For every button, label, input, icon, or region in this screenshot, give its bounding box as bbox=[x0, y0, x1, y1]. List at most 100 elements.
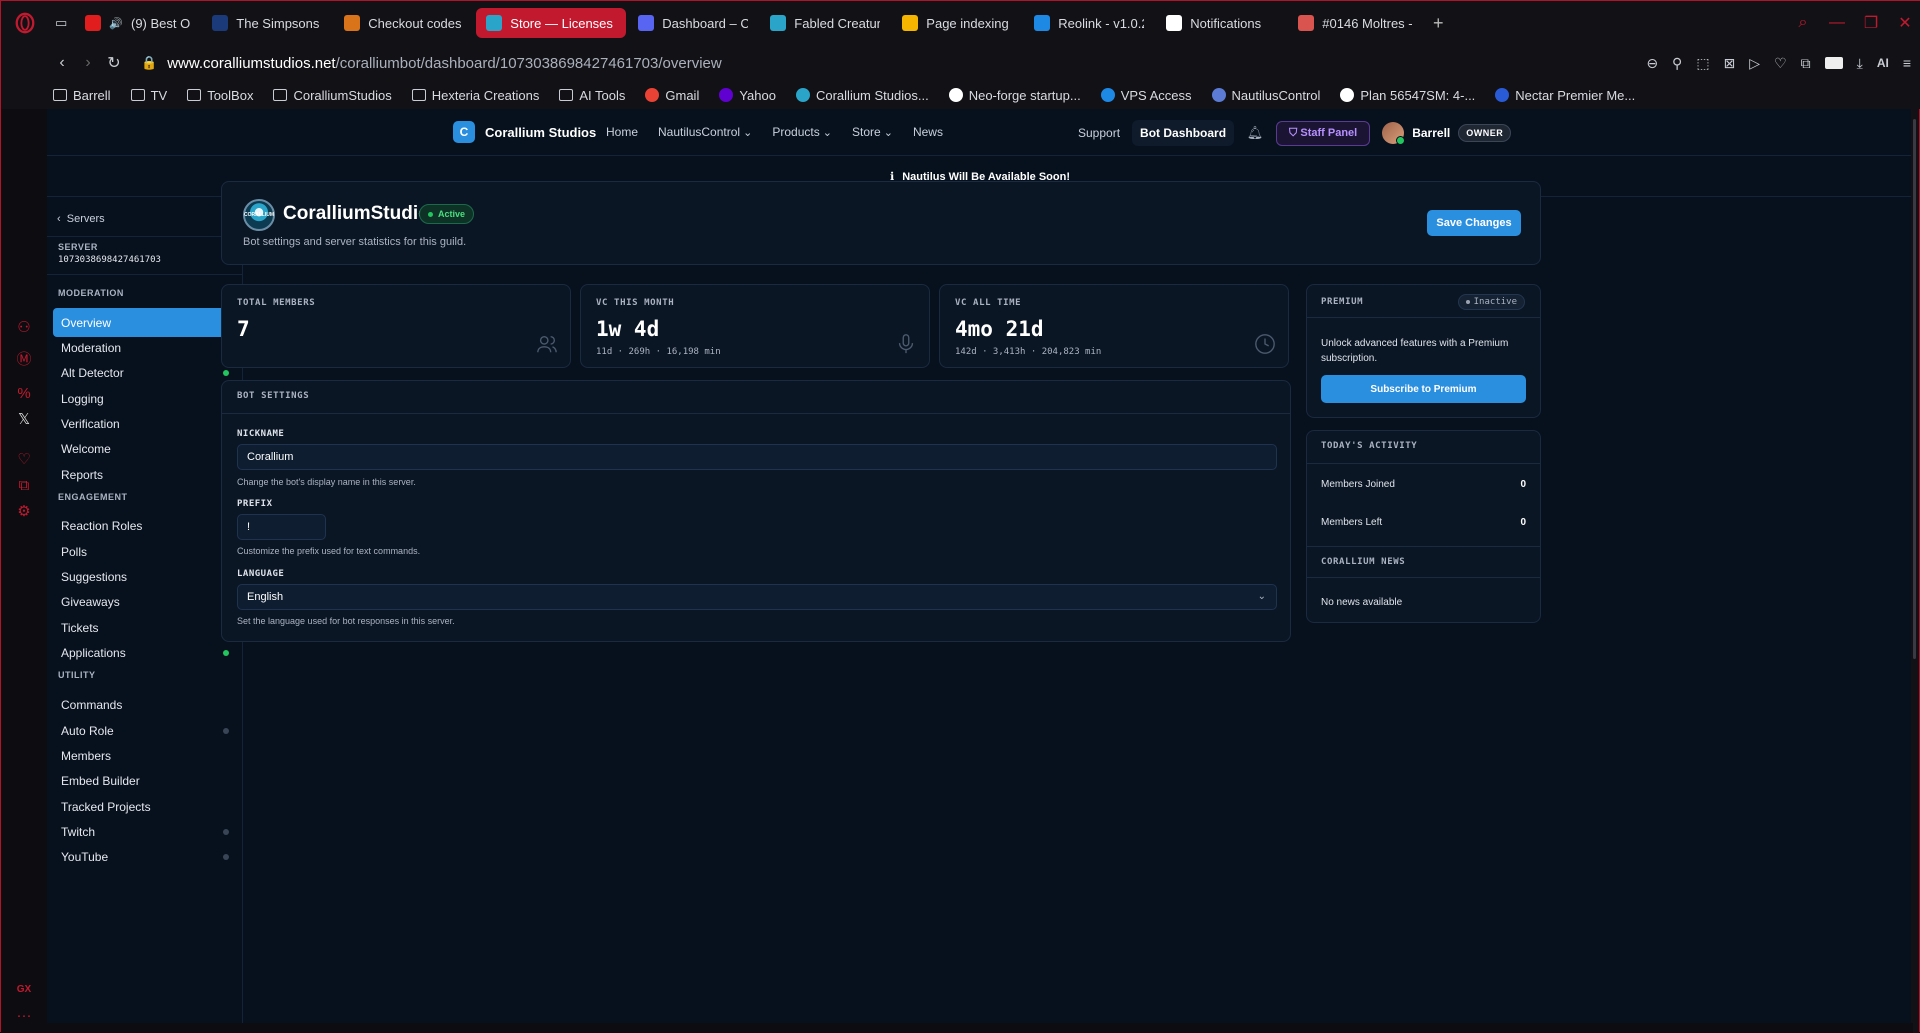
sidebar-item-alt-detector[interactable]: Alt Detector bbox=[53, 358, 237, 387]
aria-icon[interactable]: ⚇ bbox=[15, 319, 33, 337]
messenger-icon[interactable]: Ⓜ bbox=[15, 351, 33, 369]
sidebar-item-label: Reaction Roles bbox=[61, 519, 142, 533]
bookmark-item[interactable]: NautilusControl bbox=[1212, 88, 1321, 103]
bookmark-item[interactable]: ToolBox bbox=[187, 88, 253, 103]
servers-back-link[interactable]: ‹ Servers ‹ bbox=[57, 209, 235, 229]
bookmark-item[interactable]: AI Tools bbox=[559, 88, 625, 103]
sidebar-item-reaction-roles[interactable]: Reaction Roles bbox=[53, 511, 237, 540]
opera-logo-icon[interactable] bbox=[1, 1, 49, 45]
support-link[interactable]: Support bbox=[1078, 126, 1120, 140]
settings-icon[interactable]: ⚙ bbox=[15, 503, 33, 521]
audio-icon[interactable]: 🔊 bbox=[109, 17, 123, 30]
zoom-icon[interactable]: ⊖ bbox=[1646, 55, 1658, 72]
wallet-icon[interactable] bbox=[1825, 57, 1843, 69]
ai-button[interactable]: AI bbox=[1877, 56, 1889, 70]
nav-link-store[interactable]: Store bbox=[852, 125, 893, 139]
sidebar-item-label: Giveaways bbox=[61, 595, 120, 609]
browser-tab[interactable]: Fabled Creatures — C bbox=[760, 8, 890, 38]
forward-button[interactable]: › bbox=[75, 54, 101, 72]
workspace-icon[interactable]: ▭ bbox=[49, 8, 73, 38]
guild-name: CoralliumStudios bbox=[283, 203, 440, 225]
search-tabs-icon[interactable]: ⌕ bbox=[1795, 14, 1811, 32]
discount-icon[interactable]: % bbox=[15, 385, 33, 403]
bookmark-item[interactable]: Gmail bbox=[645, 88, 699, 103]
page-scrollbar[interactable] bbox=[1911, 109, 1919, 1033]
site-favicon-icon bbox=[949, 88, 963, 102]
more-icon[interactable]: ··· bbox=[15, 1007, 33, 1025]
browser-tab[interactable]: 🔊(9) Best Of COPS S bbox=[75, 8, 200, 38]
x-twitter-icon[interactable]: 𝕏 bbox=[15, 411, 33, 429]
bookmark-label: Hexteria Creations bbox=[432, 88, 540, 103]
language-select[interactable]: English ⌄ bbox=[237, 584, 1277, 610]
bookmark-item[interactable]: Barrell bbox=[53, 88, 111, 103]
tab-title: The Simpsons | Disney bbox=[236, 16, 322, 31]
folder-icon bbox=[53, 89, 67, 101]
subscribe-button[interactable]: Subscribe to Premium bbox=[1321, 375, 1526, 403]
bookmark-item[interactable]: Yahoo bbox=[719, 88, 776, 103]
status-badge: Active bbox=[419, 204, 474, 224]
bot-settings-title: BOT SETTINGS bbox=[237, 391, 309, 401]
bookmark-item[interactable]: TV bbox=[131, 88, 168, 103]
sidebar-item-label: Polls bbox=[61, 545, 87, 559]
nav-link-home[interactable]: Home bbox=[606, 125, 638, 139]
back-button[interactable]: ‹ bbox=[49, 54, 75, 72]
gx-icon[interactable]: GX bbox=[15, 981, 33, 999]
sidebar-item-youtube[interactable]: YouTube bbox=[53, 842, 237, 871]
folder-icon bbox=[412, 89, 426, 101]
brand-link[interactable]: C Corallium Studios bbox=[453, 121, 596, 143]
bookmark-item[interactable]: CoralliumStudios bbox=[273, 88, 391, 103]
nav-link-news[interactable]: News bbox=[913, 125, 943, 139]
save-button[interactable]: Save Changes bbox=[1427, 210, 1521, 236]
user-menu[interactable]: Barrell OWNER bbox=[1382, 122, 1511, 144]
browser-tab[interactable]: Reolink - v1.0.266.1 bbox=[1024, 8, 1154, 38]
staff-panel-button[interactable]: ⛉ Staff Panel bbox=[1276, 121, 1370, 146]
browser-tab[interactable]: Dashboard – Corallium bbox=[628, 8, 758, 38]
bell-icon[interactable]: 🔔︎ bbox=[1246, 125, 1264, 141]
browser-tab[interactable]: Notifications bbox=[1156, 8, 1286, 38]
sidebar-item-reports[interactable]: Reports bbox=[53, 460, 237, 489]
prefix-input[interactable]: ! bbox=[237, 514, 326, 540]
browser-tab[interactable]: Store — Licenses & Premiu bbox=[476, 8, 626, 38]
bookmark-item[interactable]: Plan 56547SM: 4-... bbox=[1340, 88, 1475, 103]
role-badge: OWNER bbox=[1458, 124, 1511, 142]
sidebar-item-welcome[interactable]: Welcome bbox=[53, 434, 237, 463]
nickname-input[interactable]: Corallium bbox=[237, 444, 1277, 470]
url-field[interactable]: 🔒 www.coralliumstudios.net/coralliumbot/… bbox=[141, 55, 722, 72]
menu-icon[interactable]: ≡ bbox=[1903, 55, 1911, 71]
heart-icon[interactable]: ♡ bbox=[1774, 55, 1787, 72]
snapshot-icon[interactable]: ⬚ bbox=[1696, 55, 1709, 72]
extensions-sidebar-icon[interactable]: ⧉ bbox=[15, 477, 33, 495]
nav-link-products[interactable]: Products bbox=[772, 125, 832, 139]
browser-tab[interactable]: Page indexing bbox=[892, 8, 1022, 38]
browser-tab[interactable]: #0146 Moltres - Pokém bbox=[1288, 8, 1423, 38]
status-dot bbox=[223, 829, 229, 835]
bookmark-item[interactable]: Nectar Premier Me... bbox=[1495, 88, 1635, 103]
nav-link-nautiluscontrol[interactable]: NautilusControl bbox=[658, 125, 752, 139]
reload-button[interactable]: ↻ bbox=[101, 53, 127, 73]
close-window-button[interactable]: ✕ bbox=[1897, 13, 1913, 33]
browser-tab[interactable]: Checkout codes not g bbox=[334, 8, 474, 38]
sidebar-item-giveaways[interactable]: Giveaways bbox=[53, 587, 237, 616]
favorites-icon[interactable]: ♡ bbox=[15, 451, 33, 469]
stat-label: TOTAL MEMBERS bbox=[237, 298, 315, 308]
play-icon[interactable]: ▷ bbox=[1749, 55, 1760, 72]
restore-button[interactable]: ❐ bbox=[1863, 13, 1879, 33]
bot-dashboard-link[interactable]: Bot Dashboard bbox=[1132, 120, 1234, 146]
section-label: UTILITY bbox=[58, 670, 96, 680]
sidebar-item-applications[interactable]: Applications bbox=[53, 638, 237, 667]
sidebar-item-embed-builder[interactable]: Embed Builder bbox=[53, 766, 237, 795]
minimize-button[interactable]: — bbox=[1829, 14, 1845, 32]
bookmark-item[interactable]: Corallium Studios... bbox=[796, 88, 929, 103]
bookmark-item[interactable]: Hexteria Creations bbox=[412, 88, 540, 103]
tab-title: Checkout codes not g bbox=[368, 16, 464, 31]
new-tab-button[interactable]: + bbox=[1425, 10, 1451, 36]
browser-tab[interactable]: The Simpsons | Disney bbox=[202, 8, 332, 38]
adblock-icon[interactable]: ⊠ bbox=[1724, 55, 1736, 72]
extensions-icon[interactable]: ⧉ bbox=[1801, 55, 1811, 72]
pin-icon[interactable]: ⚲ bbox=[1672, 55, 1682, 72]
bookmark-item[interactable]: VPS Access bbox=[1101, 88, 1192, 103]
bookmark-item[interactable]: Neo-forge startup... bbox=[949, 88, 1081, 103]
sidebar-item-commands[interactable]: Commands bbox=[53, 690, 237, 719]
tab-title: Dashboard – Corallium bbox=[662, 16, 748, 31]
download-icon[interactable]: ⤓ bbox=[1857, 55, 1863, 72]
